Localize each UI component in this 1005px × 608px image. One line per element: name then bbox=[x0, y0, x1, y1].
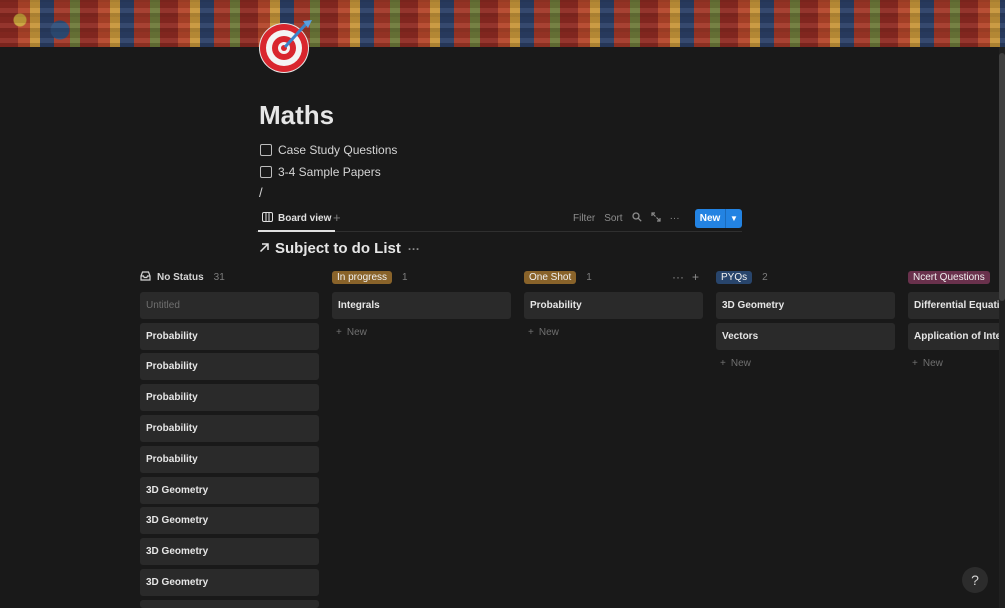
column-label: No Status bbox=[157, 271, 204, 283]
plus-icon: + bbox=[720, 358, 726, 369]
board-card[interactable]: 3D Geometry bbox=[716, 292, 895, 319]
link-arrow-icon bbox=[259, 240, 270, 257]
board-card[interactable]: Differential Equatio bbox=[908, 292, 999, 319]
column-actions: ··· + bbox=[672, 270, 699, 284]
status-tag: Ncert Questions bbox=[908, 270, 990, 284]
inbox-icon bbox=[140, 270, 151, 284]
board-card[interactable]: Probability bbox=[140, 415, 319, 442]
board-card-partial[interactable] bbox=[140, 600, 319, 608]
board-card[interactable]: Integrals bbox=[332, 292, 511, 319]
status-tag: PYQs bbox=[716, 270, 753, 284]
cover-image bbox=[0, 0, 1005, 47]
column-header[interactable]: Ncert Questions bbox=[908, 268, 999, 286]
add-new-label: New bbox=[922, 358, 943, 369]
scrollbar[interactable] bbox=[999, 47, 1005, 608]
scrollbar-thumb[interactable] bbox=[999, 53, 1005, 301]
todo-label: Case Study Questions bbox=[278, 143, 398, 157]
tab-label: Board view bbox=[278, 213, 332, 224]
todo-item[interactable]: 3-4 Sample Papers bbox=[260, 165, 381, 179]
database-title[interactable]: Subject to do List ··· bbox=[259, 240, 420, 257]
chevron-down-icon[interactable]: ▼ bbox=[726, 214, 742, 223]
board-card[interactable]: Probability bbox=[140, 384, 319, 411]
database-title-label: Subject to do List bbox=[275, 240, 401, 257]
checkbox[interactable] bbox=[260, 144, 272, 156]
search-icon[interactable] bbox=[631, 212, 642, 225]
help-button[interactable]: ? bbox=[962, 567, 988, 593]
board-column: One Shot 1 ··· + Probability + New bbox=[524, 268, 703, 348]
board-card[interactable]: Vectors bbox=[716, 323, 895, 350]
board-card[interactable]: 3D Geometry bbox=[140, 538, 319, 565]
board-icon bbox=[262, 212, 273, 225]
checkbox[interactable] bbox=[260, 166, 272, 178]
column-count: 1 bbox=[402, 271, 408, 283]
page-title[interactable]: Maths bbox=[259, 100, 334, 131]
board-column: Ncert Questions Differential Equatio App… bbox=[908, 268, 999, 378]
filter-button[interactable]: Filter bbox=[573, 213, 595, 224]
board-column: In progress 1 Integrals + New bbox=[332, 268, 511, 348]
board-card[interactable]: Probability bbox=[140, 323, 319, 350]
board-card[interactable]: Probability bbox=[140, 446, 319, 473]
database-more-button[interactable]: ··· bbox=[408, 242, 420, 256]
column-count: 1 bbox=[586, 271, 592, 283]
add-new-card[interactable]: + New bbox=[336, 327, 367, 338]
board-card[interactable]: 3D Geometry bbox=[140, 507, 319, 534]
board-card[interactable]: 3D Geometry bbox=[140, 569, 319, 596]
board-card[interactable]: 3D Geometry bbox=[140, 477, 319, 504]
column-header[interactable]: In progress 1 bbox=[332, 268, 511, 286]
column-more-button[interactable]: ··· bbox=[672, 270, 684, 284]
board-card[interactable]: Application of Integ bbox=[908, 323, 999, 350]
dart-target-icon[interactable] bbox=[258, 18, 314, 74]
plus-icon: + bbox=[528, 327, 534, 338]
column-header[interactable]: No Status 31 bbox=[140, 268, 319, 286]
column-count: 31 bbox=[213, 271, 225, 283]
plus-icon: + bbox=[912, 358, 918, 369]
add-new-card[interactable]: + New bbox=[528, 327, 559, 338]
board-column: No Status 31 Untitled Probability Probab… bbox=[140, 268, 319, 608]
more-options-button[interactable]: ··· bbox=[670, 213, 680, 224]
add-view-button[interactable]: + bbox=[333, 210, 341, 225]
add-new-card[interactable]: + New bbox=[720, 358, 751, 369]
column-header[interactable]: PYQs 2 bbox=[716, 268, 895, 286]
board-column: PYQs 2 3D Geometry Vectors + New bbox=[716, 268, 895, 378]
new-button[interactable]: New ▼ bbox=[695, 209, 742, 228]
todo-label: 3-4 Sample Papers bbox=[278, 165, 381, 179]
column-add-button[interactable]: + bbox=[692, 270, 699, 284]
new-button-label: New bbox=[699, 213, 721, 224]
sort-button[interactable]: Sort bbox=[604, 213, 622, 224]
column-count: 2 bbox=[762, 271, 768, 283]
board-card[interactable]: Untitled bbox=[140, 292, 319, 319]
plus-icon: + bbox=[336, 327, 342, 338]
add-new-label: New bbox=[538, 327, 559, 338]
status-tag: One Shot bbox=[524, 270, 577, 284]
status-tag: In progress bbox=[332, 270, 393, 284]
view-tools: Filter Sort ··· bbox=[573, 212, 680, 225]
tab-board-view[interactable]: Board view bbox=[258, 207, 336, 232]
add-new-label: New bbox=[730, 358, 751, 369]
todo-item[interactable]: Case Study Questions bbox=[260, 143, 397, 157]
board-card[interactable]: Probability bbox=[140, 353, 319, 380]
add-new-label: New bbox=[346, 327, 367, 338]
text-block[interactable]: / bbox=[259, 185, 263, 200]
view-toolbar: Board view + Filter Sort ··· New ▼ bbox=[256, 207, 742, 232]
board-card[interactable]: Probability bbox=[524, 292, 703, 319]
add-new-card[interactable]: + New bbox=[912, 358, 943, 369]
expand-icon[interactable] bbox=[650, 212, 661, 225]
